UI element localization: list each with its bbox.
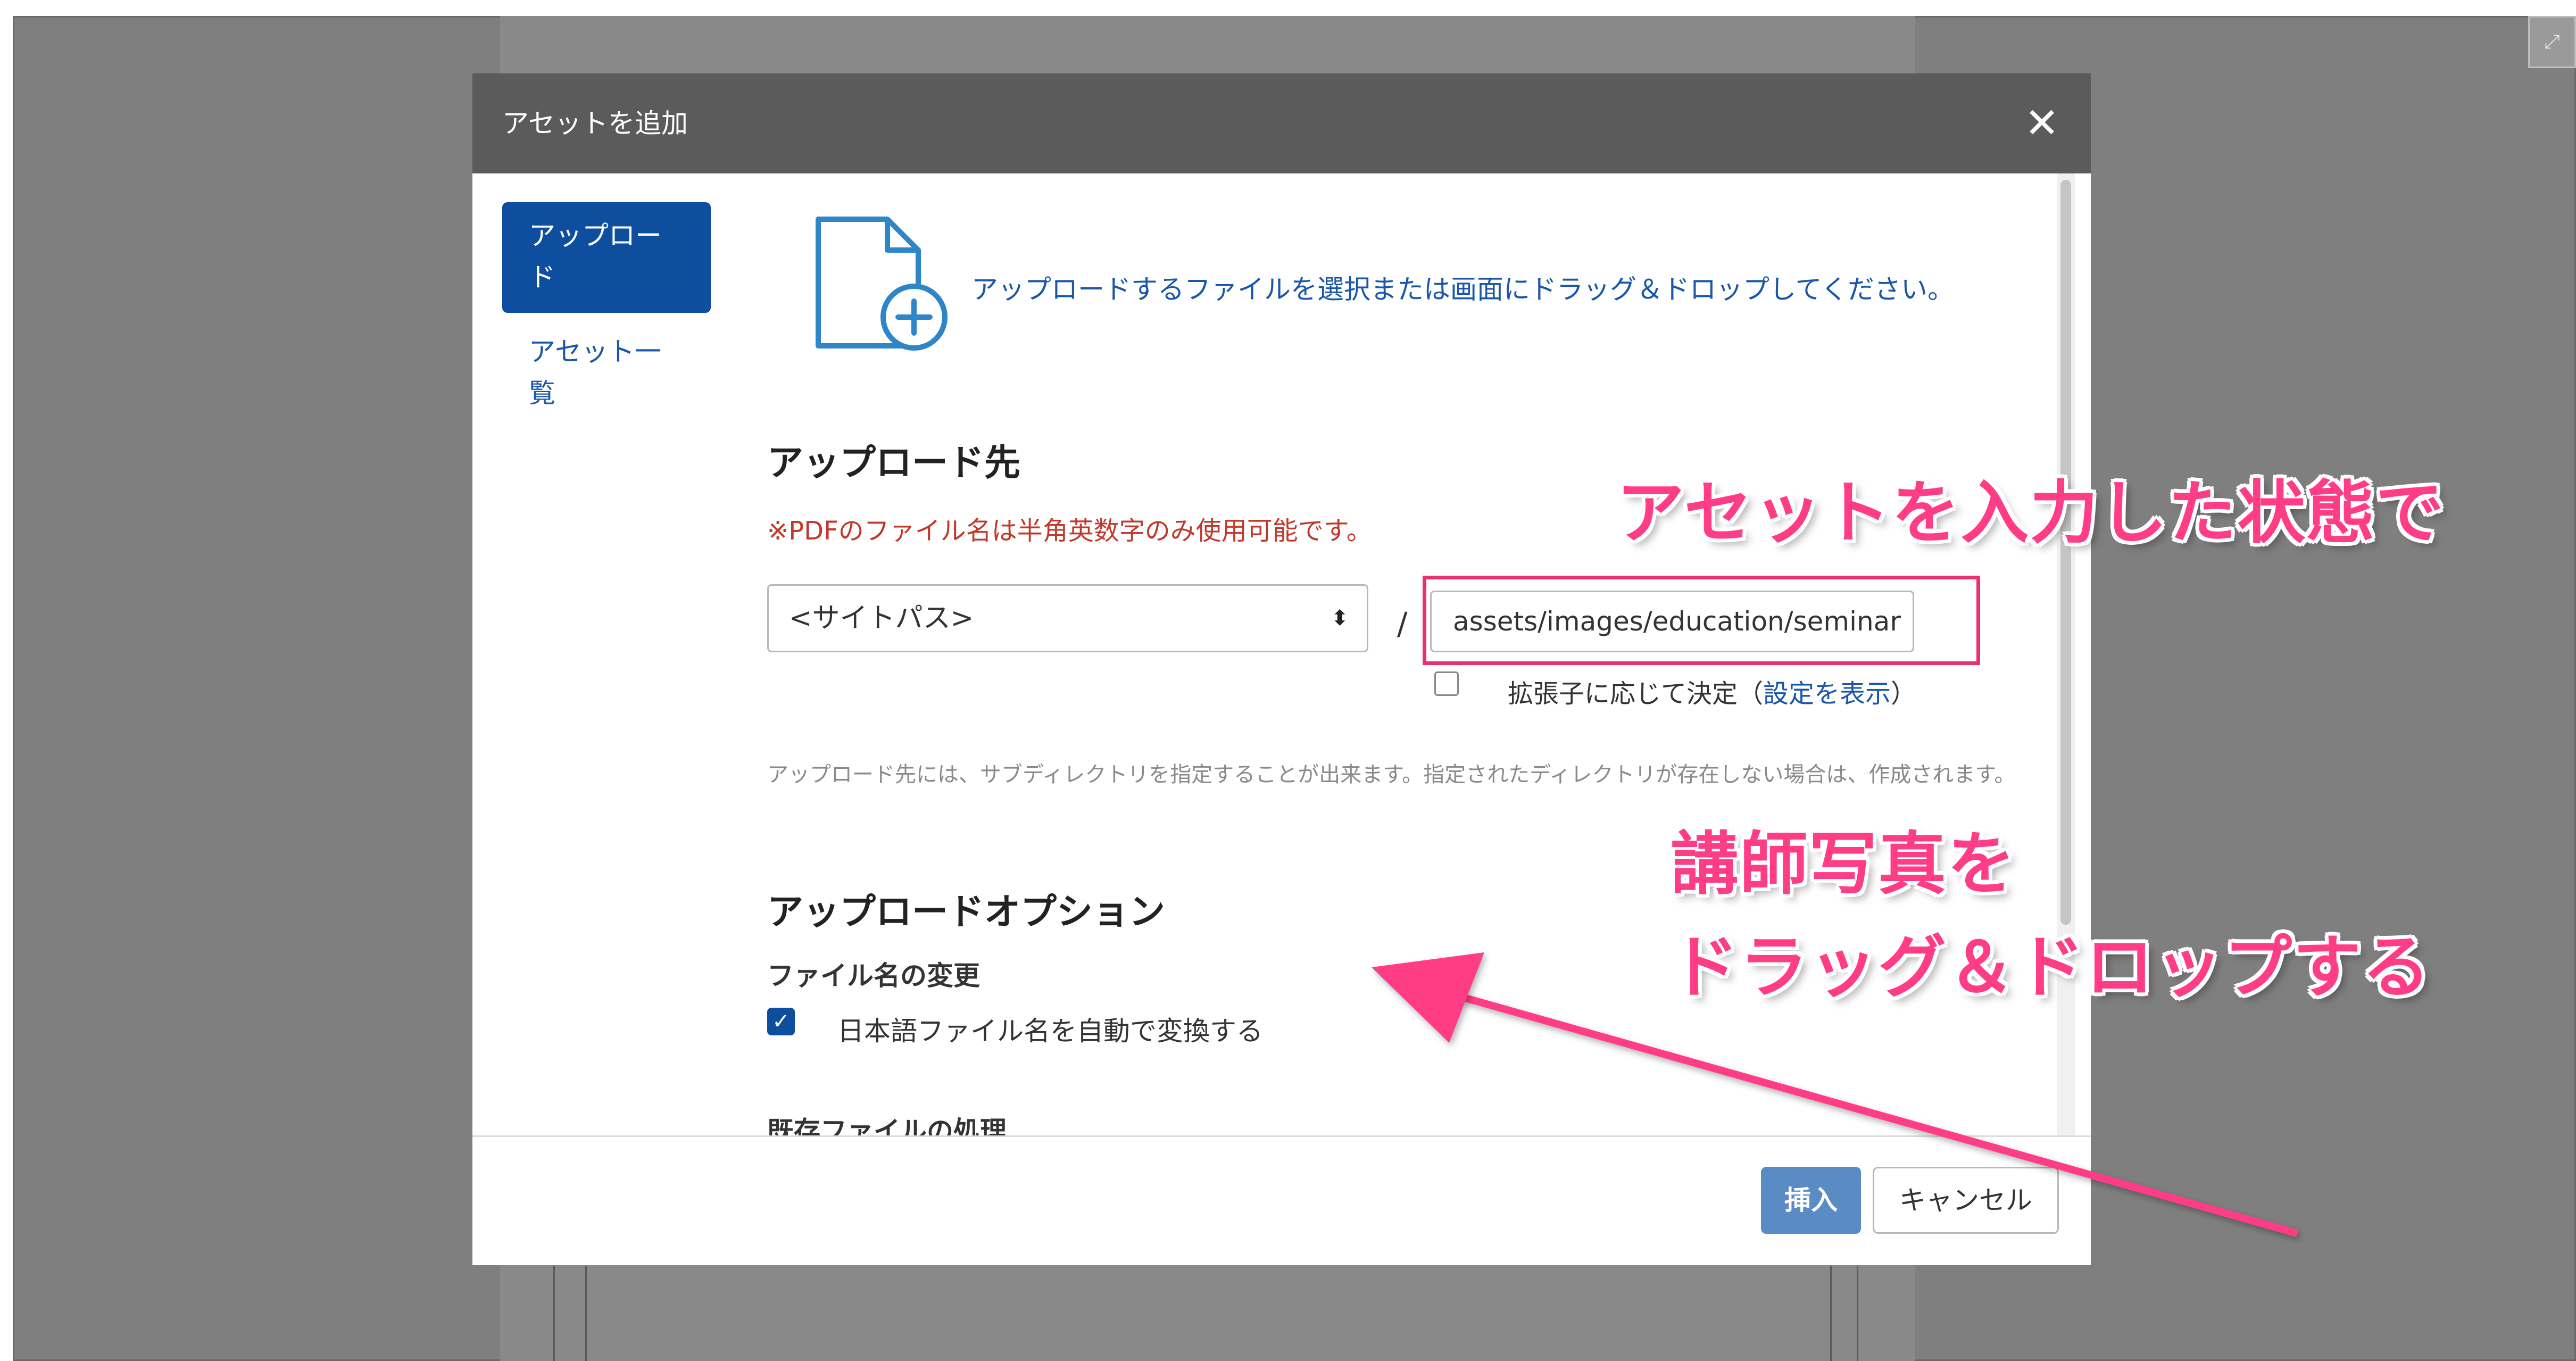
sidebar-item-upload[interactable]: アップロード: [502, 202, 711, 313]
background-divider: [553, 1266, 555, 1361]
background-divider: [585, 1266, 587, 1361]
annotation-text: 講師写真を: [1671, 825, 2017, 904]
path-separator: /: [1397, 605, 1408, 642]
site-path-select[interactable]: <サイトパス> ⬍: [767, 584, 1368, 652]
pdf-filename-warning: ※PDFのファイル名は半角英数字のみ使用可能です。: [767, 516, 1372, 546]
background-divider: [1830, 1266, 1832, 1361]
insert-button[interactable]: 挿入: [1761, 1167, 1861, 1234]
close-icon[interactable]: ✕: [2021, 102, 2063, 145]
upload-destination-heading: アップロード先: [767, 442, 1021, 484]
modal-footer: 挿入 キャンセル: [472, 1135, 2091, 1265]
modal-header: アセットを追加 ✕: [472, 73, 2091, 173]
sidebar-item-asset-list[interactable]: アセット一覧: [502, 331, 711, 414]
select-arrows-icon: ⬍: [1331, 606, 1349, 630]
file-add-icon[interactable]: [808, 213, 951, 356]
rename-checkbox-label: 日本語ファイル名を自動で変換する: [837, 1016, 1263, 1047]
show-settings-link[interactable]: 設定を表示: [1763, 679, 1891, 709]
add-asset-modal: アセットを追加 ✕ アップロード アセット一覧 アップロードするファイルを選択ま…: [472, 73, 2091, 1265]
expand-icon[interactable]: ⤢: [2528, 16, 2576, 68]
annotation-text: アセットを入力した状態で: [1616, 474, 2445, 553]
highlight-box: [1423, 576, 1980, 665]
annotation-text: ドラッグ＆ドロップする: [1671, 928, 2432, 1007]
rename-checkbox[interactable]: ✓: [767, 1008, 795, 1035]
rename-heading: ファイル名の変更: [767, 960, 980, 991]
site-path-select-value: <サイトパス>: [789, 602, 974, 634]
dropzone-instructions[interactable]: アップロードするファイルを選択または画面にドラッグ＆ドロップしてください。: [971, 268, 1954, 306]
cancel-button[interactable]: キャンセル: [1873, 1167, 2059, 1234]
extension-label: 拡張子に応じて決定（設定を表示）: [1508, 679, 1917, 709]
destination-help-text: アップロード先には、サブディレクトリを指定することが出来ます。指定されたディレク…: [767, 762, 2016, 787]
modal-title: アセットを追加: [502, 108, 688, 139]
background-divider: [1857, 1266, 1858, 1361]
extension-checkbox[interactable]: [1434, 671, 1459, 696]
upload-options-heading: アップロードオプション: [767, 891, 1166, 933]
